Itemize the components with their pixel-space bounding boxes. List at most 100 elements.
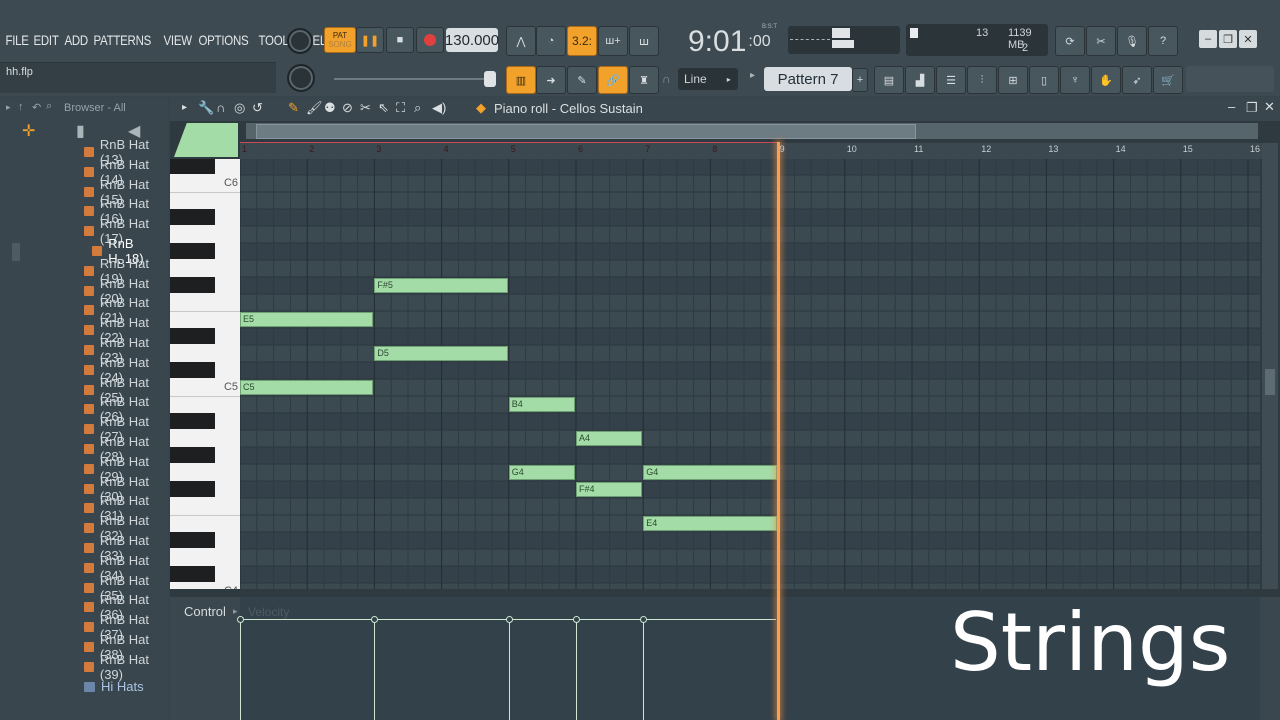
velocity-handle[interactable]	[640, 616, 648, 623]
browser-folder[interactable]: Hi Hats	[84, 678, 144, 696]
velocity-handle[interactable]	[237, 616, 244, 623]
velocity-stem[interactable]	[240, 619, 241, 720]
menu-options[interactable]: OPTIONS	[196, 32, 251, 48]
browser-button[interactable]: ▯	[1029, 66, 1059, 94]
wait-input-button[interactable]: ◔	[536, 26, 566, 56]
note-grid[interactable]: F#5 E5 D5 C5 B4 A4 G4 G4 F#4 E4	[240, 159, 1260, 589]
browser-search-icon[interactable]: ⌕	[46, 100, 52, 113]
add-icon[interactable]: ✛	[22, 121, 35, 141]
undo-history-button[interactable]: ⟳	[1055, 26, 1085, 56]
shop-button[interactable]: 🛒	[1153, 66, 1183, 94]
piano-roll-button[interactable]: ▟	[905, 66, 935, 94]
paint-icon[interactable]: 🖌	[306, 100, 323, 116]
loop-record-button[interactable]: ꟺ	[629, 26, 659, 56]
velocity-stem[interactable]	[374, 619, 376, 720]
note-fsharp5[interactable]: F#5	[374, 278, 508, 293]
snap-button[interactable]: 3.2:	[567, 26, 597, 56]
step-edit-button[interactable]: ш+	[598, 26, 628, 56]
add-pattern-button[interactable]: +	[852, 68, 868, 92]
playlist-forward-button[interactable]: ➜	[536, 66, 566, 94]
wrench-icon[interactable]: 🔧	[198, 100, 214, 116]
mute-tool-icon[interactable]: ⊘	[342, 100, 353, 116]
control-label[interactable]: Control	[184, 604, 226, 619]
velocity-handle[interactable]	[505, 616, 513, 623]
scroll-thumb[interactable]	[256, 124, 916, 139]
black-key[interactable]	[170, 209, 215, 225]
channel-routing-button[interactable]: ⊞	[998, 66, 1028, 94]
playlist-button[interactable]: ▤	[874, 66, 904, 94]
velocity-stem[interactable]	[643, 619, 645, 720]
pr-maximize-button[interactable]: ❐	[1246, 100, 1258, 116]
pause-button[interactable]: ❚❚	[356, 27, 384, 53]
minimize-button[interactable]: –	[1199, 30, 1217, 48]
metronome-button[interactable]: ⋀	[506, 26, 536, 56]
channel-rack-button[interactable]: ☰	[936, 66, 966, 94]
mic-button[interactable]: 🎙	[1117, 26, 1147, 56]
vertical-scrollbar[interactable]	[1262, 143, 1278, 589]
zoom-icon[interactable]: ⌕	[414, 100, 421, 116]
snap-mode-select[interactable]: Line ▸	[678, 68, 738, 90]
browser-up-icon[interactable]: ↑	[18, 101, 24, 113]
note-b4[interactable]: B4	[508, 397, 575, 412]
mixer-button[interactable]: ⫶	[967, 66, 997, 94]
select-tool-icon[interactable]: ⇖	[378, 100, 389, 116]
menu-add[interactable]: ADD	[62, 32, 90, 48]
black-key[interactable]	[170, 277, 215, 293]
loop-record-icon[interactable]: ↺	[252, 100, 263, 116]
brush-tool-button[interactable]: ✎	[567, 66, 597, 94]
black-key[interactable]	[170, 159, 215, 174]
black-key[interactable]	[170, 481, 215, 497]
master-volume-knob[interactable]	[287, 28, 313, 54]
note-e5[interactable]: E5	[240, 312, 374, 327]
menu-patterns[interactable]: PATTERNS	[91, 32, 153, 48]
black-key[interactable]	[170, 362, 215, 378]
stamp-button[interactable]: ♜	[629, 66, 659, 94]
playback-tool-icon[interactable]: ◀)	[432, 100, 446, 116]
file-icon[interactable]: ▮	[76, 121, 85, 141]
black-key[interactable]	[170, 532, 215, 548]
black-key[interactable]	[170, 243, 215, 259]
browser-back-icon[interactable]: ↶	[32, 101, 41, 114]
velocity-handle[interactable]	[573, 616, 580, 623]
magnet-snap-icon[interactable]: ∩	[216, 100, 225, 115]
browser-item[interactable]: RnB Hat (39)	[84, 652, 168, 682]
note-a4[interactable]: A4	[576, 431, 643, 446]
menu-file[interactable]: FILE	[3, 32, 31, 48]
record-button[interactable]	[416, 27, 444, 53]
browser-scroll-handle[interactable]	[12, 243, 20, 261]
note-fsharp4[interactable]: F#4	[576, 482, 643, 497]
pr-close-button[interactable]: ✕	[1264, 99, 1275, 115]
playhead[interactable]	[777, 142, 780, 720]
control-arrow-icon[interactable]: ▸	[233, 606, 238, 617]
slider-handle[interactable]	[484, 71, 496, 87]
piano-keyboard[interactable]: C6 C5 C4	[170, 159, 240, 589]
timeline-ruler[interactable]: 1 2 3 4 5 6 7 8 9 10 11 12 13 14 15 16	[240, 143, 1262, 159]
zoom-area-icon[interactable]: ⛶	[396, 100, 405, 116]
browser-title[interactable]: Browser - All	[64, 102, 126, 114]
close-button[interactable]: ✕	[1239, 30, 1257, 48]
master-pitch-knob[interactable]	[287, 64, 315, 92]
menu-edit[interactable]: EDIT	[31, 32, 61, 48]
cut-tool-button[interactable]: ✂	[1086, 26, 1116, 56]
pattern-selector[interactable]: Pattern 7	[764, 67, 852, 91]
touch-keyboard-button[interactable]: ✋	[1091, 66, 1121, 94]
pr-minimize-button[interactable]: –	[1228, 99, 1235, 114]
velocity-stem[interactable]	[508, 619, 510, 720]
black-key[interactable]	[170, 328, 215, 344]
slice-tool-icon[interactable]: ✂	[360, 100, 371, 116]
pattern-prev-arrow-icon[interactable]: ▸	[750, 70, 755, 81]
pencil-icon[interactable]: ✎	[288, 100, 299, 116]
pat-song-toggle[interactable]: PAT SONG	[324, 27, 356, 53]
delete-tool-icon[interactable]: ⚉	[324, 100, 336, 116]
menu-view[interactable]: VIEW	[161, 32, 194, 48]
plugin-picker-button[interactable]: ♆	[1060, 66, 1090, 94]
menu-arrow-icon[interactable]: ▸	[182, 102, 187, 113]
velocity-stem[interactable]	[576, 619, 577, 720]
link-button[interactable]: 🔗	[598, 66, 628, 94]
stop-button[interactable]: ■	[386, 27, 414, 53]
piano-roll-view-button[interactable]: ▥	[506, 66, 536, 94]
black-key[interactable]	[170, 413, 215, 429]
black-key[interactable]	[170, 447, 215, 463]
note-g4[interactable]: G4	[643, 465, 777, 480]
tempo-display[interactable]: 130.000	[445, 28, 499, 52]
